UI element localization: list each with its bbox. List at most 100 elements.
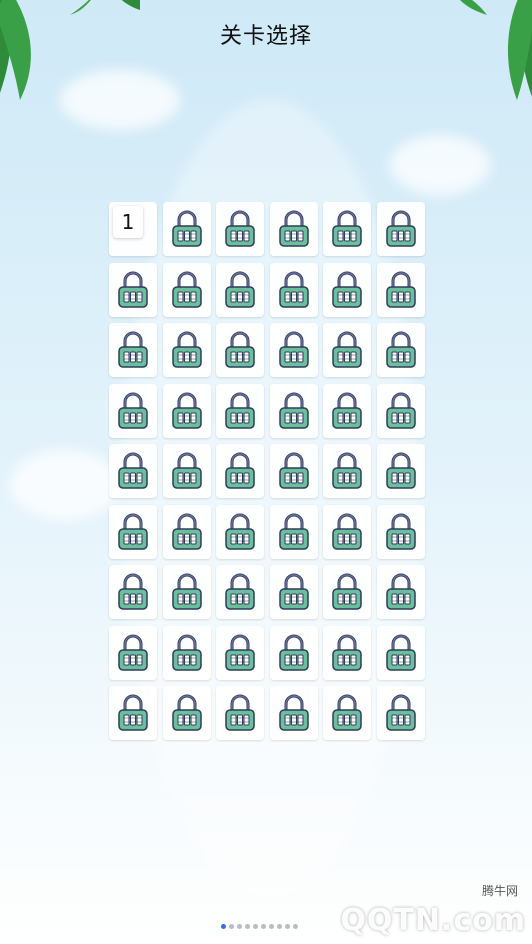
level-tile-locked[interactable] [216, 323, 265, 377]
lock-icon [225, 513, 255, 550]
lock-icon [279, 634, 309, 671]
level-tile-unlocked[interactable]: 1 [109, 202, 157, 256]
lock-icon [279, 331, 309, 368]
level-tile-locked[interactable] [323, 504, 372, 559]
cloud-decoration [10, 450, 120, 520]
level-tile-locked[interactable] [162, 262, 211, 317]
level-tile-locked[interactable] [323, 444, 372, 498]
level-tile-locked[interactable] [216, 444, 265, 498]
level-tile-locked[interactable] [269, 686, 318, 740]
page-dot[interactable] [277, 924, 282, 929]
level-tile-locked[interactable] [109, 383, 157, 438]
level-tile-locked[interactable] [109, 565, 157, 619]
level-tile-locked[interactable] [376, 686, 425, 740]
level-tile-locked[interactable] [216, 262, 265, 317]
watermark-site-name: 腾牛网 [481, 884, 518, 898]
lock-icon [386, 452, 416, 489]
level-tile-locked[interactable] [323, 262, 372, 317]
lock-icon [386, 210, 416, 247]
level-tile-locked[interactable] [216, 625, 265, 680]
lock-icon [171, 513, 202, 550]
lock-icon [332, 271, 363, 308]
level-tile-locked[interactable] [376, 625, 425, 680]
level-tile-locked[interactable] [216, 504, 265, 559]
page-dot[interactable] [237, 924, 242, 929]
level-tile-locked[interactable] [269, 202, 318, 256]
page-dot[interactable] [229, 924, 234, 929]
level-tile-locked[interactable] [323, 625, 372, 680]
level-grid: 1 [109, 202, 425, 740]
level-tile-locked[interactable] [376, 383, 425, 438]
lock-icon [118, 573, 148, 610]
lock-icon [332, 392, 363, 429]
level-tile-locked[interactable] [323, 202, 372, 256]
level-tile-locked[interactable] [216, 565, 265, 619]
lock-icon [171, 392, 202, 429]
level-tile-locked[interactable] [269, 262, 318, 317]
level-tile-locked[interactable] [162, 686, 211, 740]
level-tile-locked[interactable] [269, 323, 318, 377]
lock-icon [171, 634, 202, 671]
level-tile-locked[interactable] [216, 686, 265, 740]
lock-icon [225, 694, 255, 731]
page-dot[interactable] [221, 924, 226, 929]
level-tile-locked[interactable] [323, 323, 372, 377]
level-tile-locked[interactable] [376, 504, 425, 559]
lock-icon [225, 210, 255, 247]
lock-icon [171, 694, 202, 731]
level-tile-locked[interactable] [376, 202, 425, 256]
lock-icon [386, 634, 416, 671]
lock-icon [225, 634, 255, 671]
page-dot[interactable] [253, 924, 258, 929]
level-tile-locked[interactable] [109, 323, 157, 377]
lock-icon [225, 392, 255, 429]
level-tile-locked[interactable] [216, 383, 265, 438]
page-dot[interactable] [245, 924, 250, 929]
level-tile-locked[interactable] [216, 202, 265, 256]
level-tile-locked[interactable] [162, 625, 211, 680]
lock-icon [171, 210, 202, 247]
level-tile-locked[interactable] [376, 323, 425, 377]
lock-icon [279, 271, 309, 308]
level-tile-locked[interactable] [323, 686, 372, 740]
lock-icon [118, 452, 148, 489]
level-tile-locked[interactable] [162, 202, 211, 256]
level-tile-locked[interactable] [376, 262, 425, 317]
page-dot[interactable] [261, 924, 266, 929]
lock-icon [225, 452, 255, 489]
level-tile-locked[interactable] [269, 383, 318, 438]
lock-icon [386, 573, 416, 610]
lock-icon [279, 452, 309, 489]
level-tile-locked[interactable] [109, 262, 157, 317]
lock-icon [386, 392, 416, 429]
lock-icon [386, 513, 416, 550]
lock-icon [225, 271, 255, 308]
level-tile-locked[interactable] [323, 383, 372, 438]
page-dot[interactable] [269, 924, 274, 929]
level-tile-locked[interactable] [323, 565, 372, 619]
level-tile-locked[interactable] [162, 383, 211, 438]
lock-icon [332, 331, 363, 368]
page-dot[interactable] [285, 924, 290, 929]
level-tile-locked[interactable] [269, 565, 318, 619]
level-tile-locked[interactable] [269, 444, 318, 498]
lock-icon [386, 694, 416, 731]
lock-icon [332, 210, 363, 247]
level-tile-locked[interactable] [269, 504, 318, 559]
level-tile-locked[interactable] [109, 504, 157, 559]
watermark-text: QQTN.com [340, 903, 526, 938]
level-tile-locked[interactable] [162, 323, 211, 377]
level-tile-locked[interactable] [376, 444, 425, 498]
page-dot[interactable] [293, 924, 298, 929]
lock-icon [279, 392, 309, 429]
page-indicator [221, 924, 298, 929]
level-tile-locked[interactable] [269, 625, 318, 680]
level-tile-locked[interactable] [162, 444, 211, 498]
level-tile-locked[interactable] [162, 504, 211, 559]
level-tile-locked[interactable] [109, 444, 157, 498]
lock-icon [386, 331, 416, 368]
level-tile-locked[interactable] [109, 625, 157, 680]
level-tile-locked[interactable] [109, 686, 157, 740]
level-tile-locked[interactable] [376, 565, 425, 619]
level-tile-locked[interactable] [162, 565, 211, 619]
